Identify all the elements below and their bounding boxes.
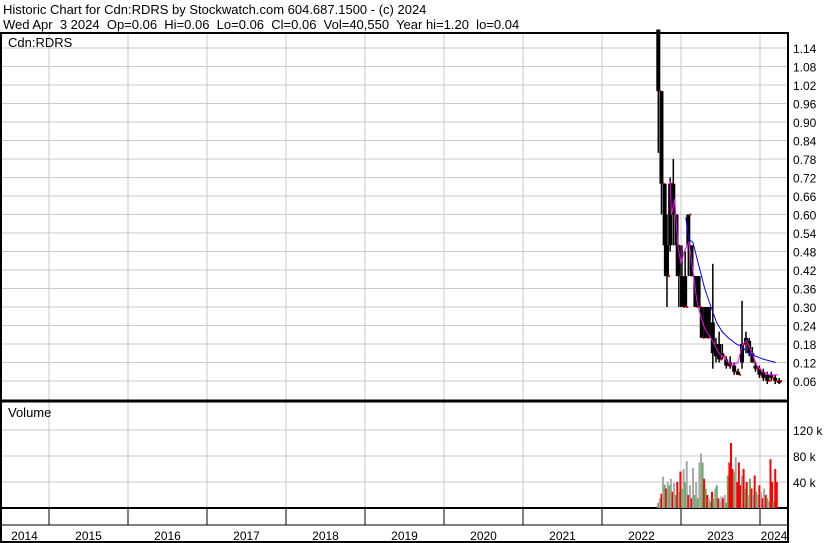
year-label-2022: 2022 xyxy=(628,529,655,543)
price-close-mark xyxy=(739,373,742,376)
price-close-mark xyxy=(686,306,689,308)
price-tick-label: 0.12 xyxy=(793,357,817,371)
year-label-2019: 2019 xyxy=(391,529,418,543)
price-tick-label: 0.48 xyxy=(793,246,817,260)
price-bar-body xyxy=(686,214,691,246)
price-tick-label: 0.42 xyxy=(793,264,817,278)
price-tick-label: 1.14 xyxy=(793,42,817,56)
price-bar-body xyxy=(662,183,667,246)
price-close-mark xyxy=(689,213,692,216)
year-label-2018: 2018 xyxy=(312,529,339,543)
price-tick-label: 1.02 xyxy=(793,79,817,93)
price-tick-label: 0.06 xyxy=(793,375,817,389)
year-label-2015: 2015 xyxy=(75,529,102,543)
price-pane-label: Cdn:RDRS xyxy=(8,35,73,50)
price-tick-label: 0.84 xyxy=(793,135,817,149)
year-label-2023: 2023 xyxy=(707,529,734,543)
price-tick-label: 0.66 xyxy=(793,190,817,204)
price-tick-label: 0.54 xyxy=(793,227,817,241)
year-label-2020: 2020 xyxy=(470,529,497,543)
volume-tick-label: 120 k xyxy=(793,424,823,438)
volume-tick-label: 40 k xyxy=(793,476,817,490)
price-tick-label: 0.30 xyxy=(793,301,817,315)
price-tick-label: 0.90 xyxy=(793,116,817,130)
price-bar-body xyxy=(656,29,661,92)
price-close-mark xyxy=(768,380,771,382)
price-bar-body xyxy=(664,245,669,277)
year-label-2016: 2016 xyxy=(154,529,181,543)
price-tick-label: 0.72 xyxy=(793,172,817,186)
price-bar-body xyxy=(659,91,664,184)
year-label-2024: 2024 xyxy=(761,529,788,543)
chart-frame xyxy=(0,32,789,543)
price-close-mark xyxy=(780,380,783,382)
price-tick-label: 0.96 xyxy=(793,98,817,112)
chart-canvas: 2014 2015 2016 2017 2018 2019 2020 2021 2022 2023… xyxy=(0,29,823,543)
year-label-2021: 2021 xyxy=(549,529,576,543)
price-bar-body xyxy=(683,276,688,307)
price-tick-label: 0.18 xyxy=(793,338,817,352)
volume-tick-label: 80 k xyxy=(793,450,817,464)
price-close-mark xyxy=(667,275,670,278)
price-tick-label: 1.08 xyxy=(793,61,817,75)
year-label-2017: 2017 xyxy=(233,529,260,543)
price-tick-label: 0.24 xyxy=(793,320,817,334)
volume-bar xyxy=(775,482,778,508)
price-tick-label: 0.36 xyxy=(793,283,817,297)
price-tick-label: 0.60 xyxy=(793,209,817,223)
year-label-2014: 2014 xyxy=(11,529,38,543)
price-tick-label: 0.78 xyxy=(793,153,817,167)
stock-chart: Historic Chart for Cdn:RDRS by Stockwatc… xyxy=(0,0,830,543)
price-close-mark xyxy=(723,355,726,358)
volume-pane-label: Volume xyxy=(8,405,51,420)
